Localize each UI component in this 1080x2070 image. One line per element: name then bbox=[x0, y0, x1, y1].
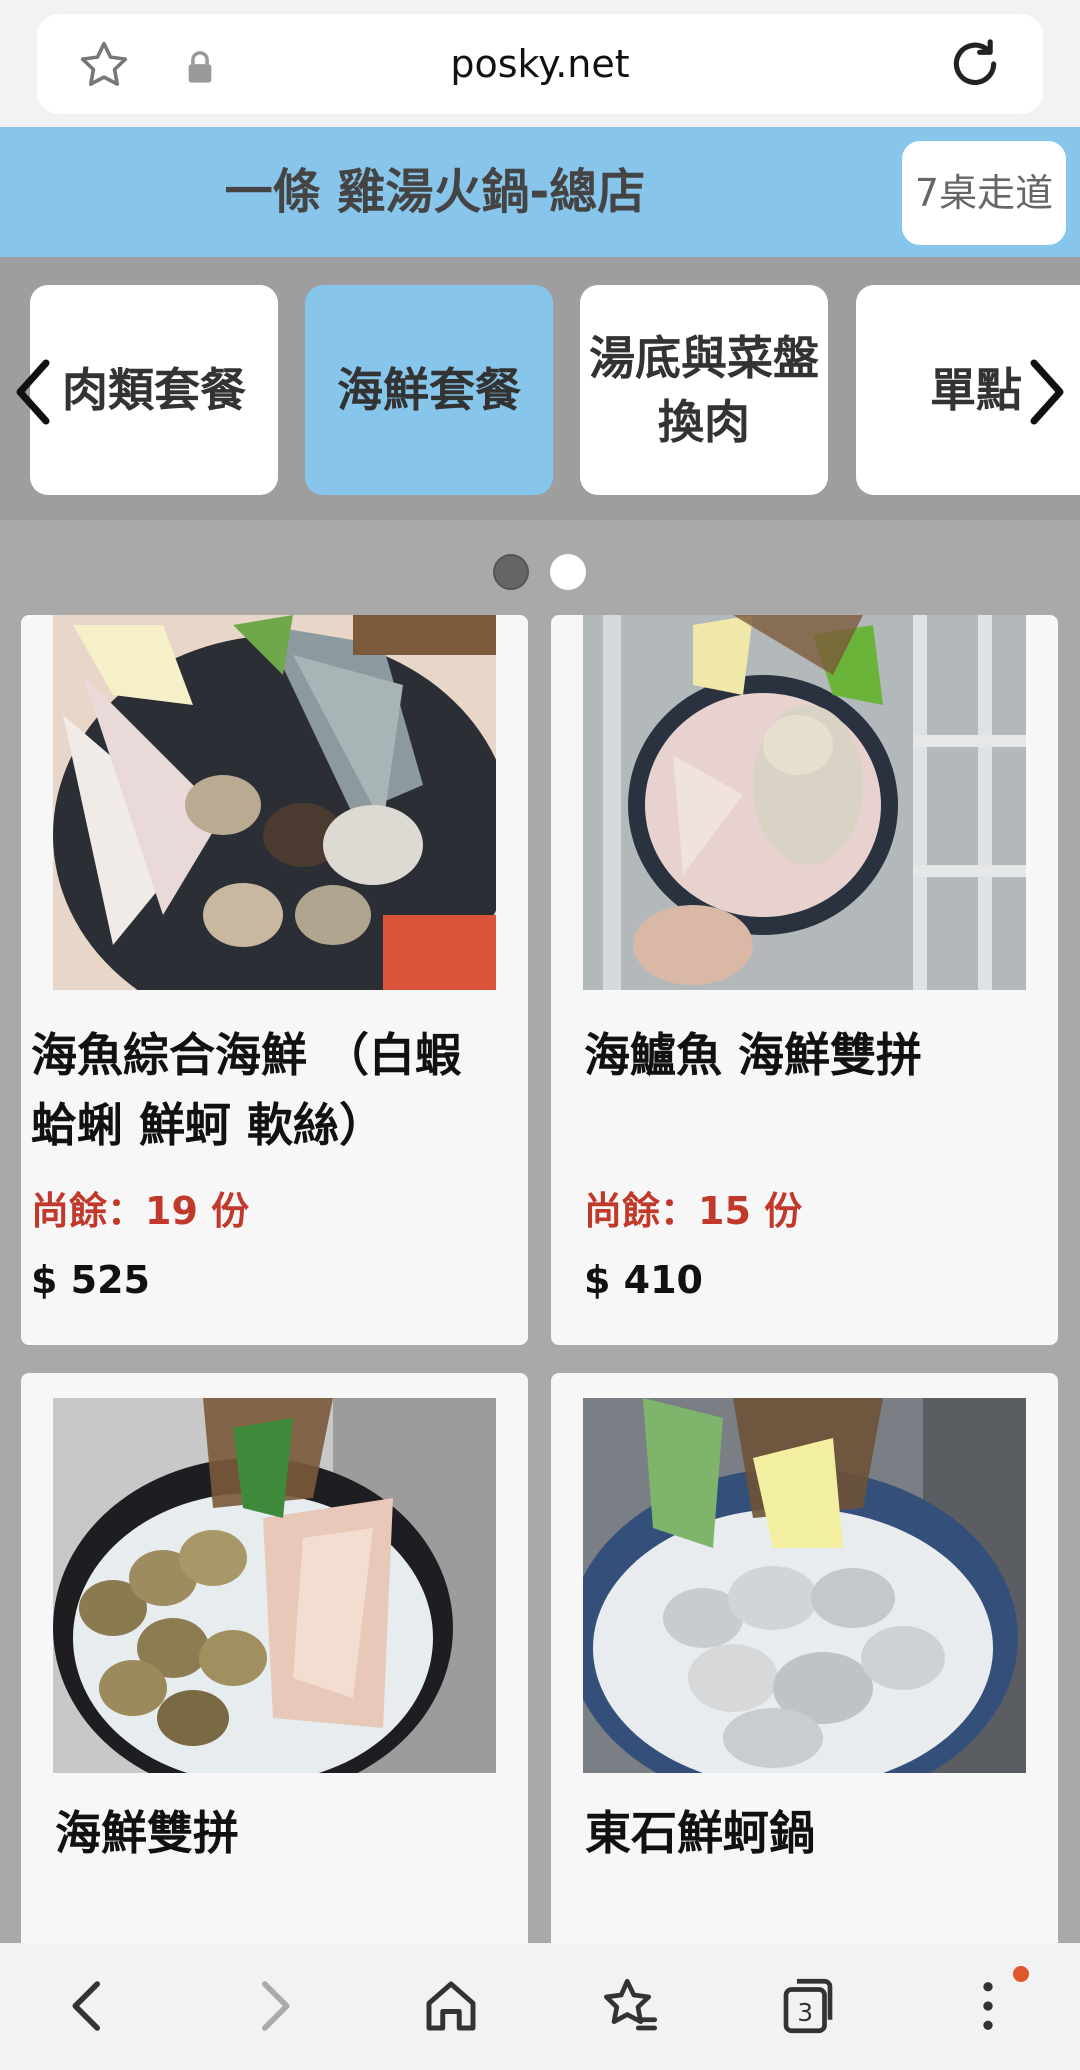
pagination-dot[interactable] bbox=[550, 554, 586, 590]
url-text[interactable]: posky.net bbox=[37, 14, 1043, 114]
tab-meat-set[interactable]: 肉類套餐 bbox=[30, 285, 278, 495]
product-card[interactable]: 東石鮮蚵鍋 bbox=[551, 1373, 1058, 1973]
product-image[interactable] bbox=[583, 615, 1026, 990]
bookmarks-icon[interactable] bbox=[597, 1973, 663, 2039]
chevron-left-icon[interactable] bbox=[12, 337, 52, 447]
product-card[interactable]: 海鮮雙拼 bbox=[21, 1373, 528, 1973]
product-image[interactable] bbox=[53, 1398, 496, 1773]
product-price: $ 525 bbox=[31, 1258, 150, 1302]
browser-bottom-bar: 3 bbox=[0, 1943, 1080, 2070]
category-carousel: 肉類套餐 海鮮套餐 湯底與菜盤換肉 單點 bbox=[0, 257, 1080, 520]
product-card[interactable]: 海鱸魚 海鮮雙拼 尚餘：15 份 $ 410 bbox=[551, 615, 1058, 1345]
reload-icon[interactable] bbox=[947, 36, 1003, 92]
stock-remaining: 尚餘：15 份 bbox=[584, 1189, 803, 1233]
product-image[interactable] bbox=[583, 1398, 1026, 1773]
more-menu-icon[interactable] bbox=[955, 1973, 1021, 2039]
tab-count: 3 bbox=[797, 1998, 813, 2027]
carousel-pagination bbox=[0, 520, 1080, 615]
product-price: $ 410 bbox=[584, 1258, 703, 1302]
table-button[interactable]: 7桌走道 bbox=[902, 141, 1066, 245]
home-icon[interactable] bbox=[418, 1973, 484, 2039]
tab-seafood-set[interactable]: 海鮮套餐 bbox=[305, 285, 553, 495]
forward-icon[interactable] bbox=[240, 1973, 306, 2039]
product-name: 東石鮮蚵鍋 bbox=[585, 1806, 815, 1860]
product-name: 海鮮雙拼 bbox=[55, 1806, 239, 1860]
tab-soup-and-veg[interactable]: 湯底與菜盤換肉 bbox=[580, 285, 828, 495]
restaurant-title: 一條 雞湯火鍋-總店 bbox=[224, 164, 646, 220]
product-card[interactable]: 海魚綜合海鮮 （白蝦 蛤蜊 鮮蚵 軟絲） 尚餘：19 份 $ 525 bbox=[21, 615, 528, 1345]
product-image[interactable] bbox=[53, 615, 496, 990]
chevron-right-icon[interactable] bbox=[1028, 337, 1068, 447]
notification-dot bbox=[1013, 1966, 1029, 1982]
address-bar[interactable]: posky.net bbox=[37, 14, 1043, 114]
tabs-icon[interactable]: 3 bbox=[775, 1973, 841, 2039]
back-icon[interactable] bbox=[56, 1973, 122, 2039]
product-name: 海魚綜合海鮮 （白蝦 蛤蜊 鮮蚵 軟絲） bbox=[31, 1028, 462, 1152]
browser-top-bar: posky.net bbox=[0, 0, 1080, 127]
restaurant-header: 一條 雞湯火鍋-總店 7桌走道 bbox=[0, 127, 1080, 257]
product-name: 海鱸魚 海鮮雙拼 bbox=[584, 1028, 923, 1082]
pagination-dot-active[interactable] bbox=[493, 554, 529, 590]
stock-remaining: 尚餘：19 份 bbox=[31, 1189, 250, 1233]
